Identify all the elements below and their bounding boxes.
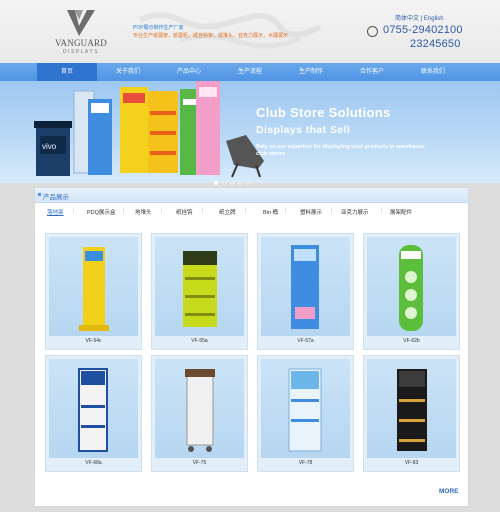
tab-category-1[interactable]: PDQ展示盒 bbox=[87, 208, 115, 216]
product-card[interactable]: VF-62b bbox=[363, 233, 460, 350]
product-code: VF-83 bbox=[404, 460, 419, 466]
hero-banner[interactable]: vivo Club Store Solutions Displays that … bbox=[0, 81, 500, 183]
nav-item-products[interactable]: 产品中心 bbox=[159, 63, 219, 81]
brand-sub: DISPLAYS bbox=[62, 49, 100, 55]
lang-cn-link[interactable]: 简体中文 bbox=[395, 16, 419, 22]
product-card[interactable]: VF-75 bbox=[151, 355, 248, 472]
panel-title: 产品展示 bbox=[43, 194, 69, 201]
panel-header: 产品展示 bbox=[35, 188, 468, 203]
tab-category-6[interactable]: 塑料展示 bbox=[300, 208, 322, 216]
product-card[interactable]: VF-55a bbox=[151, 233, 248, 350]
vanguard-logo[interactable]: VANGUARD DISPLAYS bbox=[55, 8, 107, 60]
tab-category-8[interactable]: 展架配件 bbox=[390, 208, 412, 216]
carousel-dot[interactable] bbox=[214, 181, 218, 185]
phone-icon bbox=[367, 26, 378, 37]
carousel-dot[interactable] bbox=[230, 181, 234, 185]
product-image bbox=[155, 237, 244, 336]
tab-category-7[interactable]: 亚克力展示 bbox=[341, 208, 369, 216]
tab-category-4[interactable]: 纸立牌 bbox=[219, 208, 236, 216]
company-tagline: POP展示制作生产厂家 专业生产纸展架，纸展柜，纸挂钩架，纸堆头，亚克力展示，木… bbox=[133, 24, 288, 40]
carousel-dot[interactable] bbox=[238, 181, 242, 185]
product-code: VF-57a bbox=[297, 338, 314, 344]
product-card[interactable]: VF-78 bbox=[257, 355, 354, 472]
banner-displays-image: vivo bbox=[34, 81, 264, 178]
product-code: VF-75 bbox=[192, 460, 207, 466]
banner-description: Rely on our expertise for displaying you… bbox=[256, 144, 425, 157]
product-code: VF-68a bbox=[85, 460, 102, 466]
tab-separator: | bbox=[73, 208, 75, 214]
more-link[interactable]: MORE bbox=[439, 488, 459, 495]
tab-category-3[interactable]: 纸挂钩 bbox=[176, 208, 193, 216]
product-image bbox=[49, 237, 138, 336]
nav-item-clients[interactable]: 合作客户 bbox=[342, 63, 402, 81]
tab-separator: | bbox=[245, 208, 247, 214]
bullet-icon bbox=[38, 193, 41, 196]
phone-number-2: 23245650 bbox=[410, 38, 461, 50]
product-code: VF-54c bbox=[85, 338, 102, 344]
tab-category-0[interactable]: 落地架 bbox=[47, 208, 64, 216]
phone-number-1: 0755-29402100 bbox=[383, 24, 463, 36]
product-image bbox=[367, 359, 456, 458]
product-image bbox=[155, 359, 244, 458]
nav-item-about[interactable]: 关于我们 bbox=[98, 63, 158, 81]
tab-separator: | bbox=[202, 208, 204, 214]
nav-item-process[interactable]: 生产流程 bbox=[220, 63, 280, 81]
product-code: VF-55a bbox=[191, 338, 208, 344]
nav-item-home[interactable]: 首页 bbox=[37, 63, 97, 81]
carousel-dot[interactable] bbox=[246, 181, 250, 185]
nav-item-contact[interactable]: 联系我们 bbox=[403, 63, 463, 81]
brand-name: VANGUARD bbox=[55, 38, 107, 48]
banner-title-1: Club Store Solutions bbox=[256, 105, 391, 120]
language-switch: 简体中文 | English bbox=[395, 13, 444, 22]
lang-separator: | bbox=[420, 16, 423, 22]
product-card[interactable]: VF-57a bbox=[257, 233, 354, 350]
product-image bbox=[261, 359, 350, 458]
nav-item-production[interactable]: 生产制作 bbox=[281, 63, 341, 81]
product-card[interactable]: VF-68a bbox=[45, 355, 142, 472]
tagline-line-1: POP展示制作生产厂家 bbox=[133, 25, 184, 31]
tab-separator: | bbox=[331, 208, 333, 214]
tab-separator: | bbox=[161, 208, 163, 214]
lang-en-link[interactable]: English bbox=[424, 16, 444, 22]
category-tabs: 落地架 | PDQ展示盒 | 地堆头 | 纸挂钩 | 纸立牌 | Bin 桶 |… bbox=[35, 208, 468, 220]
product-image bbox=[49, 359, 138, 458]
product-code: VF-62b bbox=[403, 338, 420, 344]
main-nav: 首页 关于我们 产品中心 生产流程 生产制作 合作客户 联系我们 bbox=[0, 63, 500, 81]
tab-category-2[interactable]: 地堆头 bbox=[135, 208, 152, 216]
tab-category-5[interactable]: Bin 桶 bbox=[263, 208, 278, 216]
site-header: VANGUARD DISPLAYS POP展示制作生产厂家 专业生产纸展架，纸展… bbox=[0, 0, 500, 63]
carousel-dot[interactable] bbox=[222, 181, 226, 185]
product-image bbox=[367, 237, 456, 336]
product-card[interactable]: VF-83 bbox=[363, 355, 460, 472]
tab-separator: | bbox=[285, 208, 287, 214]
banner-title-2: Displays that Sell bbox=[256, 124, 351, 136]
product-image bbox=[261, 237, 350, 336]
products-panel: 产品展示 落地架 | PDQ展示盒 | 地堆头 | 纸挂钩 | 纸立牌 | Bi… bbox=[34, 187, 469, 507]
product-card[interactable]: VF-54c bbox=[45, 233, 142, 350]
tagline-line-2: 专业生产纸展架，纸展柜，纸挂钩架，纸堆头，亚克力展示，木展展示 bbox=[133, 33, 289, 39]
tab-separator: | bbox=[123, 208, 125, 214]
tab-separator: | bbox=[381, 208, 383, 214]
kiosk-brand-text: vivo bbox=[42, 142, 57, 151]
product-code: VF-78 bbox=[298, 460, 313, 466]
logo-v-icon bbox=[67, 10, 95, 36]
